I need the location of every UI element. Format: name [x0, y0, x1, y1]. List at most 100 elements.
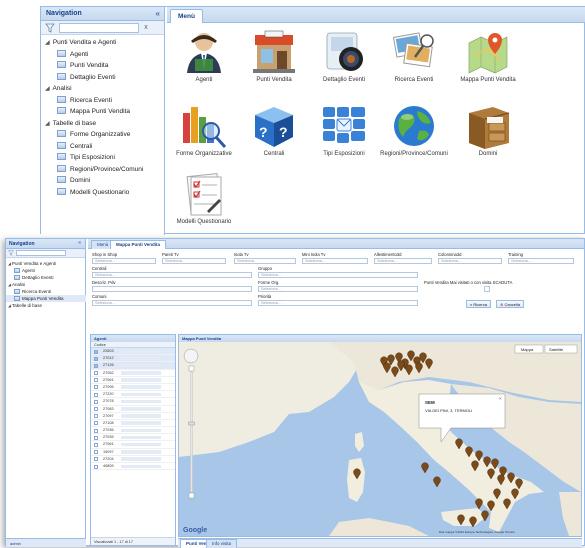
table-row[interactable]: 27012 — [91, 355, 175, 363]
search-input[interactable] — [59, 23, 139, 33]
gruppo-select[interactable]: Seleziona... — [258, 272, 418, 278]
row-checkbox[interactable] — [94, 428, 98, 433]
checklist-icon[interactable] — [181, 171, 227, 217]
row-checkbox[interactable] — [94, 414, 98, 419]
collapse-icon[interactable]: « — [156, 9, 160, 18]
row-checkbox[interactable] — [94, 363, 98, 368]
table-row[interactable]: 27108 — [91, 420, 175, 428]
isola-tv-select[interactable]: Seleziona... — [234, 258, 296, 264]
table-row[interactable]: 27204 — [91, 456, 175, 463]
row-checkbox[interactable] — [94, 435, 98, 440]
agent-icon[interactable] — [181, 29, 227, 75]
clear-search-icon[interactable]: x — [141, 23, 151, 33]
tab-info-visita[interactable]: Info visita — [206, 539, 238, 548]
zoom-slider-handle[interactable] — [188, 421, 195, 426]
tab-mappa-punti-vendita[interactable]: Mappa Punti Vendita — [110, 240, 167, 249]
table-row[interactable]: 40809 — [91, 463, 175, 471]
tree-item[interactable]: Domini — [41, 175, 165, 187]
table-row[interactable]: 27126 — [91, 362, 175, 370]
shop-in-shop-select[interactable]: Seleziona... — [92, 258, 156, 264]
menu-tile[interactable]: Ricerca Eventi — [379, 29, 449, 83]
row-checkbox[interactable] — [94, 399, 98, 404]
menu-tile[interactable]: Modelli Questionario — [169, 171, 239, 225]
row-checkbox[interactable] — [94, 349, 98, 354]
tree-item[interactable]: Agenti — [6, 267, 86, 274]
search-button[interactable]: ⌕ Ricerca — [466, 300, 491, 308]
row-checkbox[interactable] — [94, 464, 98, 469]
table-row[interactable]: 27036 — [91, 427, 175, 435]
table-row[interactable]: 27052 — [91, 370, 175, 377]
tree-group[interactable]: ◢ Punti Vendita e Agenti — [41, 37, 165, 49]
priorita-select[interactable]: Seleziona... — [258, 300, 418, 306]
filter-icon[interactable] — [8, 250, 14, 256]
menu-tile[interactable]: Domini — [453, 103, 523, 157]
tree-item[interactable]: Tipi Esposizioni — [41, 152, 165, 164]
tree-item[interactable]: Ricerca Eventi — [41, 95, 165, 107]
drawer-icon[interactable] — [465, 103, 511, 149]
map-pin-icon[interactable] — [465, 29, 511, 75]
table-row[interactable]: 27095 — [91, 384, 175, 392]
search-input[interactable] — [16, 250, 66, 256]
tab-menu[interactable]: Menù — [170, 9, 203, 23]
menu-tile[interactable]: Regioni/Province/Comuni — [379, 103, 449, 157]
table-row[interactable]: 27039 — [91, 434, 175, 442]
colonnina-3d-select[interactable]: Seleziona... — [438, 258, 502, 264]
table-row[interactable]: 27220 — [91, 391, 175, 399]
menu-tile[interactable]: Dettaglio Eventi — [309, 29, 379, 83]
cancel-button[interactable]: ⊗ Cancella — [496, 300, 525, 308]
zoom-out-icon[interactable] — [188, 492, 195, 499]
table-row[interactable]: 22603 — [91, 348, 175, 356]
tiles-mail-icon[interactable] — [321, 103, 367, 149]
tree-item[interactable]: Mappa Punti Vendita — [6, 295, 86, 302]
menu-tile[interactable]: ?? Centrali — [239, 103, 309, 157]
table-row[interactable]: 27097 — [91, 413, 175, 420]
tree-group[interactable]: ◢Analisi — [6, 281, 86, 288]
comuni-select[interactable]: Seleziona... — [92, 300, 252, 306]
zoom-in-icon[interactable] — [188, 365, 195, 372]
photos-search-icon[interactable] — [391, 29, 437, 75]
globe-icon[interactable] — [391, 103, 437, 149]
tree-item[interactable]: Modelli Questionario — [41, 187, 165, 199]
pareti-tv-select[interactable]: Seleziona... — [162, 258, 226, 264]
row-checkbox[interactable] — [94, 371, 98, 376]
table-row[interactable]: 27061 — [91, 377, 175, 384]
training-select[interactable]: Seleziona... — [508, 258, 574, 264]
tree-item[interactable]: Dettaglio Eventi — [6, 274, 86, 281]
pan-icon[interactable] — [183, 348, 199, 364]
camera-icon[interactable] — [321, 29, 367, 75]
menu-tile[interactable]: Forme Organizzative — [169, 103, 239, 157]
tree-item[interactable]: Agenti — [41, 49, 165, 61]
popup-close-icon[interactable]: × — [499, 396, 502, 401]
table-row[interactable]: 27083 — [91, 406, 175, 413]
mini-isola-tv-select[interactable]: Seleziona... — [302, 258, 368, 264]
menu-tile[interactable]: Mappa Punti Vendita — [453, 29, 523, 83]
forme-org-select[interactable]: Seleziona... — [258, 286, 418, 292]
row-checkbox[interactable] — [94, 442, 98, 447]
tree-item[interactable]: Ricerca Eventi — [6, 288, 86, 295]
row-checkbox[interactable] — [94, 392, 98, 397]
row-checkbox[interactable] — [94, 385, 98, 390]
tree-item[interactable]: Dettaglio Eventi — [41, 72, 165, 84]
allestimento-3d-select[interactable]: Seleziona... — [374, 258, 432, 264]
zoom-slider[interactable] — [190, 371, 193, 493]
row-checkbox[interactable] — [94, 457, 98, 462]
menu-tile[interactable]: Tipi Esposizioni — [309, 103, 379, 157]
visited-checkbox[interactable] — [484, 286, 490, 292]
tree-item[interactable]: Centrali — [41, 141, 165, 153]
tree-item[interactable]: Mappa Punti Vendita — [41, 106, 165, 118]
tree-group[interactable]: ◢ Tabelle di base — [41, 118, 165, 130]
row-checkbox[interactable] — [94, 378, 98, 383]
filter-icon[interactable] — [45, 23, 55, 33]
centrali-select[interactable]: Seleziona... — [92, 272, 252, 278]
tree-group[interactable]: ◢Punti Vendita e Agenti — [6, 260, 86, 267]
table-row[interactable]: 27061 — [91, 441, 175, 449]
menu-tile[interactable]: Punti Vendita — [239, 29, 309, 83]
map-canvas[interactable]: SEM VIA DEI PINI, 3, TERMOLI × Mappa Sat… — [179, 342, 581, 536]
row-checkbox[interactable] — [94, 450, 98, 455]
tree-group[interactable]: ◢Tabelle di base — [6, 302, 86, 309]
row-checkbox[interactable] — [94, 421, 98, 426]
table-row[interactable]: 15097 — [91, 449, 175, 456]
descrizione-pdv-input[interactable] — [92, 286, 252, 292]
chart-magnifier-icon[interactable] — [181, 103, 227, 149]
tree-item[interactable]: Forme Organizzative — [41, 129, 165, 141]
